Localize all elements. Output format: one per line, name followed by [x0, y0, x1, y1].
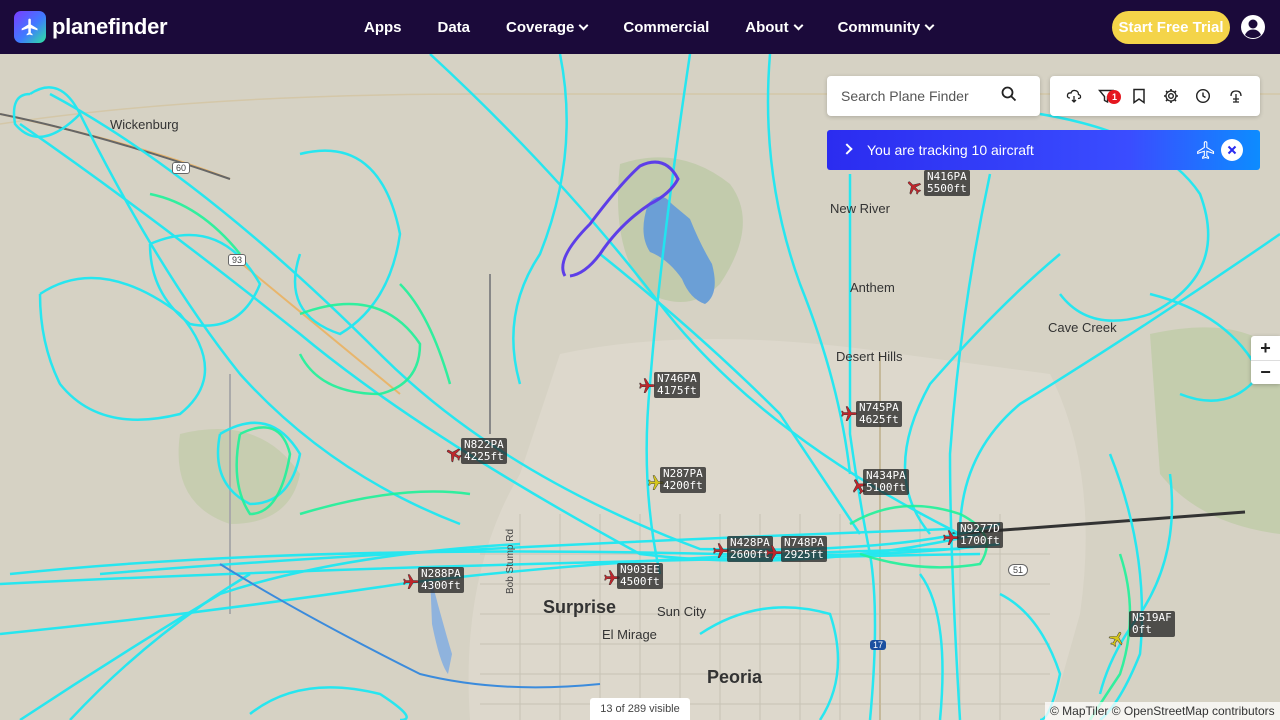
nav-community[interactable]: Community [837, 18, 935, 36]
nav-commercial[interactable]: Commercial [623, 19, 709, 36]
close-icon [1227, 145, 1237, 155]
road-shield-i17: 17 [870, 640, 887, 650]
place-wickenburg: Wickenburg [110, 117, 179, 132]
brand-name: planefinder [52, 14, 168, 39]
aircraft-altitude: 2925ft [784, 548, 824, 561]
nav-label: Apps [364, 18, 402, 36]
nav-label: Community [837, 18, 921, 36]
nav-label: Data [437, 18, 471, 36]
zoom-controls: + − [1251, 336, 1280, 384]
aircraft-label[interactable]: N748PA 2925ft [781, 536, 827, 562]
aircraft-label[interactable]: N9277D 1700ft [957, 522, 1003, 548]
chevron-down-icon [793, 20, 804, 30]
aircraft-altitude: 4225ft [464, 450, 504, 463]
history-icon[interactable] [1192, 85, 1214, 107]
place-desert-hills: Desert Hills [836, 349, 903, 364]
nav-apps[interactable]: Apps [364, 19, 402, 36]
aircraft-altitude: 4175ft [657, 384, 697, 397]
nav-label: About [745, 18, 789, 36]
aircraft-altitude: 5500ft [927, 182, 967, 195]
road-shield-51: 51 [1008, 564, 1029, 576]
chevron-down-icon [924, 20, 935, 30]
settings-icon[interactable] [1160, 85, 1182, 107]
nav-label: Coverage [506, 18, 575, 36]
road-shield-93: 93 [228, 254, 247, 266]
tracking-banner[interactable]: You are tracking 10 aircraft [827, 130, 1260, 170]
top-navigation-bar: planefinder Apps Data Coverage Commercia… [0, 0, 1280, 54]
place-peoria: Peoria [707, 667, 763, 687]
nav-label: Commercial [623, 18, 710, 36]
chevron-down-icon [578, 20, 589, 30]
aircraft-altitude: 2600ft [730, 548, 770, 561]
aircraft-altitude: 0ft [1132, 623, 1152, 636]
aircraft-altitude: 4200ft [663, 479, 703, 492]
zoom-out-button[interactable]: − [1251, 360, 1280, 384]
aircraft-label[interactable]: N746PA 4175ft [654, 372, 700, 398]
logo-plane-icon [14, 11, 46, 43]
start-free-trial-button[interactable]: Start Free Trial [1112, 11, 1230, 44]
place-anthem: Anthem [850, 280, 895, 295]
zoom-in-button[interactable]: + [1251, 336, 1280, 360]
aircraft-label[interactable]: N434PA 5100ft [863, 469, 909, 495]
nav-coverage[interactable]: Coverage [506, 18, 589, 36]
aircraft-label[interactable]: N288PA 4300ft [418, 567, 464, 593]
weather-icon[interactable] [1063, 85, 1085, 107]
bookmark-icon[interactable] [1128, 85, 1150, 107]
aircraft-label[interactable]: N745PA 4625ft [856, 401, 902, 427]
3d-icon[interactable] [1225, 85, 1247, 107]
road-shield-60: 60 [172, 162, 191, 174]
place-surprise: Surprise [543, 597, 617, 617]
close-tracking-button[interactable] [1221, 139, 1243, 161]
chevron-right-icon[interactable] [841, 143, 853, 155]
map-toolbar: 1 [1050, 76, 1260, 116]
search-icon[interactable] [1001, 86, 1017, 107]
aircraft-label[interactable]: N822PA 4225ft [461, 438, 507, 464]
tracked-aircraft-icon [1196, 140, 1216, 165]
aircraft-altitude: 4500ft [620, 575, 660, 588]
map-attribution[interactable]: © MapTiler © OpenStreetMap contributors [1045, 702, 1280, 720]
visible-aircraft-count: 13 of 289 visible [590, 698, 690, 720]
aircraft-label[interactable]: N416PA 5500ft [924, 170, 970, 196]
planefinder-logo[interactable]: planefinder [14, 11, 168, 43]
place-new-river: New River [830, 201, 890, 216]
filter-icon[interactable]: 1 [1095, 85, 1122, 107]
aircraft-altitude: 1700ft [960, 534, 1000, 547]
main-nav: Apps Data Coverage Commercial About Comm… [364, 0, 935, 54]
aircraft-label[interactable]: N903EE 4500ft [617, 563, 663, 589]
aircraft-altitude: 4300ft [421, 579, 461, 592]
search-input[interactable] [841, 88, 1001, 104]
aircraft-label[interactable]: N287PA 4200ft [660, 467, 706, 493]
account-icon[interactable] [1240, 14, 1266, 40]
aircraft-altitude: 5100ft [866, 481, 906, 494]
place-sun-city: Sun City [657, 604, 707, 619]
place-el-mirage: El Mirage [602, 627, 657, 642]
place-cave-creek: Cave Creek [1048, 320, 1117, 335]
road-label-bob-stump: Bob Stump Rd [505, 528, 516, 594]
tracking-message: You are tracking 10 aircraft [867, 142, 1034, 158]
filter-count-badge: 1 [1107, 90, 1122, 104]
nav-about[interactable]: About [745, 18, 804, 36]
search-bar [827, 76, 1040, 116]
nav-data[interactable]: Data [438, 19, 471, 36]
aircraft-label[interactable]: N519AF 0ft [1129, 611, 1175, 637]
aircraft-altitude: 4625ft [859, 413, 899, 426]
